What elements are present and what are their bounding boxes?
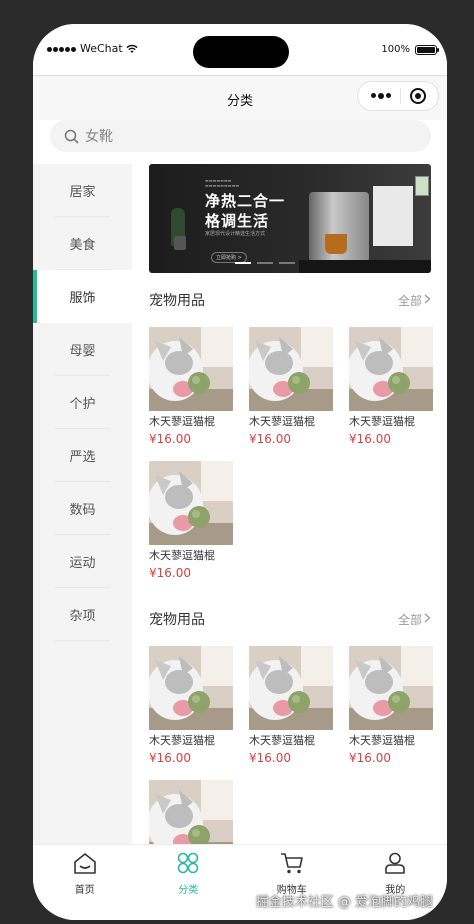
- goods-name: 木天蓼逗猫棍: [149, 415, 215, 428]
- goods-price: ¥16.00: [149, 566, 191, 580]
- goods-name: 木天蓼逗猫棍: [149, 549, 215, 562]
- goods-item[interactable]: 木天蓼逗猫棍 ¥16.00: [249, 646, 333, 780]
- banner-decor-text: ▬▬▬▬▬▬▬ ▬▬▬▬▬▬▬▬▬: [205, 178, 240, 188]
- tab-category[interactable]: 分类: [137, 845, 241, 920]
- wifi-icon: [126, 44, 138, 53]
- goods-item[interactable]: 木天蓼逗猫棍¥16.00: [149, 780, 233, 844]
- goods-image: [249, 327, 333, 411]
- battery-percent: 100%: [381, 44, 410, 55]
- goods-item[interactable]: 木天蓼逗猫棍 ¥16.00: [349, 327, 433, 461]
- home-icon: [72, 851, 98, 879]
- goods-name: 木天蓼逗猫棍: [149, 734, 215, 747]
- tab-label: 首页: [74, 885, 95, 896]
- view-all-link[interactable]: 全部: [398, 611, 431, 628]
- goods-name: 木天蓼逗猫棍: [249, 734, 315, 747]
- sidebar-item[interactable]: 个护: [33, 376, 132, 429]
- search-input[interactable]: 女靴: [50, 120, 431, 152]
- goods-image: [249, 646, 333, 730]
- goods-price: ¥16.00: [349, 751, 391, 765]
- goods-price: ¥16.00: [149, 432, 191, 446]
- view-all-link[interactable]: 全部: [398, 292, 431, 309]
- goods-price: ¥16.00: [249, 432, 291, 446]
- promo-banner[interactable]: ▬▬▬▬▬▬▬ ▬▬▬▬▬▬▬▬▬ 净热二合一 格调生活 家居现代设计精选生活方式…: [149, 164, 431, 273]
- goods-grid: 木天蓼逗猫棍¥16.00木天蓼逗猫棍¥16.00木天蓼逗猫棍¥16.00木天蓼逗…: [149, 327, 439, 595]
- search-icon: [64, 129, 79, 143]
- sidebar-item[interactable]: 服饰: [33, 270, 132, 323]
- chevron-right-icon: [424, 293, 431, 307]
- battery-info: 100%: [381, 44, 439, 55]
- view-all-label: 全部: [397, 612, 422, 627]
- sidebar-item[interactable]: 杂项: [33, 588, 132, 641]
- banner-title-1: 净热二合一: [205, 192, 286, 210]
- banner-title-2: 格调生活: [205, 212, 270, 230]
- category-icon: [175, 851, 201, 879]
- view-all-label: 全部: [397, 293, 422, 308]
- banner-dot[interactable]: [279, 262, 295, 264]
- goods-name: 木天蓼逗猫棍: [349, 415, 415, 428]
- goods-name: 木天蓼逗猫棍: [249, 415, 315, 428]
- signal-icon: [47, 42, 77, 55]
- banner-subtitle: 家居现代设计精选生活方式: [205, 231, 266, 237]
- battery-icon: [415, 44, 439, 55]
- goods-price: ¥16.00: [149, 751, 191, 765]
- section-header: 宠物用品 全部: [149, 608, 431, 630]
- tab-label: 分类: [178, 885, 199, 896]
- section-title: 宠物用品: [149, 293, 205, 309]
- tab-home[interactable]: 首页: [33, 845, 137, 920]
- banner-vase: [174, 236, 186, 250]
- goods-item[interactable]: 木天蓼逗猫棍 ¥16.00: [149, 646, 233, 780]
- goods-price: ¥16.00: [349, 432, 391, 446]
- user-icon: [382, 851, 408, 879]
- phone-frame: WeChat 100% 分类 女靴 居家 美食 服饰 母婴 个护 严选 数码 运动 杂项 ▬▬▬…: [33, 24, 447, 920]
- sidebar-item[interactable]: 居家: [33, 164, 132, 217]
- section-header: 宠物用品 全部: [149, 289, 431, 311]
- goods-item[interactable]: 木天蓼逗猫棍 ¥16.00: [349, 646, 433, 780]
- goods-image: [349, 646, 433, 730]
- watermark: 掘金技术社区 @ 爱泡脚的鸡腿: [255, 895, 433, 910]
- banner-dot[interactable]: [257, 262, 273, 264]
- nav-bar: 分类: [33, 76, 447, 120]
- goods-image: [149, 646, 233, 730]
- sidebar-item[interactable]: 运动: [33, 535, 132, 588]
- sidebar-item[interactable]: 美食: [33, 217, 132, 270]
- goods-image: [149, 327, 233, 411]
- banner-frame: [415, 176, 429, 196]
- goods-image: [149, 780, 233, 844]
- close-miniprogram-icon[interactable]: [409, 88, 426, 104]
- sidebar-item[interactable]: 母婴: [33, 323, 132, 376]
- goods-item[interactable]: 木天蓼逗猫棍 ¥16.00: [249, 327, 333, 461]
- goods-item[interactable]: 木天蓼逗猫棍 ¥16.00: [149, 327, 233, 461]
- sidebar-item[interactable]: 数码: [33, 482, 132, 535]
- more-icon[interactable]: [370, 92, 391, 99]
- goods-item[interactable]: 木天蓼逗猫棍 ¥16.00: [149, 461, 233, 595]
- search-area: 女靴: [33, 120, 447, 164]
- sidebar-item[interactable]: 严选: [33, 429, 132, 482]
- carrier-name: WeChat: [80, 42, 123, 55]
- capsule-divider: [399, 88, 401, 104]
- goods-name: 木天蓼逗猫棍: [349, 734, 415, 747]
- search-placeholder: 女靴: [85, 129, 113, 145]
- goods-price: ¥16.00: [249, 751, 291, 765]
- category-content: ▬▬▬▬▬▬▬ ▬▬▬▬▬▬▬▬▬ 净热二合一 格调生活 家居现代设计精选生活方式…: [132, 164, 447, 844]
- banner-panel: [373, 186, 413, 246]
- section-title: 宠物用品: [149, 612, 205, 628]
- miniprogram-capsule: [357, 81, 439, 111]
- banner-cup: [325, 234, 347, 254]
- category-sidebar: 居家 美食 服饰 母婴 个护 严选 数码 运动 杂项: [33, 164, 132, 844]
- cart-icon: [279, 851, 305, 879]
- goods-grid: 木天蓼逗猫棍¥16.00木天蓼逗猫棍¥16.00木天蓼逗猫棍¥16.00木天蓼逗…: [149, 646, 439, 844]
- banner-dot[interactable]: [235, 262, 251, 264]
- dynamic-island: [193, 36, 289, 68]
- goods-image: [149, 461, 233, 545]
- banner-table: [299, 260, 431, 273]
- status-bar: WeChat 100%: [33, 24, 447, 76]
- banner-indicator: [235, 262, 295, 264]
- carrier-info: WeChat: [47, 42, 138, 55]
- chevron-right-icon: [424, 612, 431, 626]
- goods-image: [349, 327, 433, 411]
